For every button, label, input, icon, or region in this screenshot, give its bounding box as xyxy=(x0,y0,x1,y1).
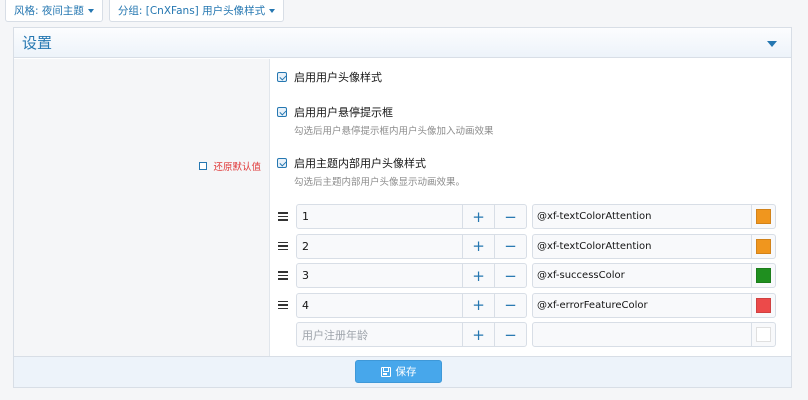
color-field: @xf-successColor xyxy=(532,263,776,288)
drag-handle-icon[interactable] xyxy=(278,271,288,280)
color-field: @xf-textColorAttention xyxy=(532,233,776,259)
checkbox-checked-icon[interactable] xyxy=(277,158,287,168)
chevron-down-icon xyxy=(269,8,276,13)
style-chooser-label: 风格: 夜间主题 xyxy=(14,5,84,17)
option-enable-thread-avatar-style: 启用主题内部用户头像样式 勾选后主题内部用户头像显示动画效果。 xyxy=(277,155,465,188)
age-color-row: 4 + − @xf-errorFeatureColor xyxy=(278,292,776,318)
number-stepper: 用户注册年龄 + − xyxy=(296,322,527,347)
number-stepper: 3 + − xyxy=(296,263,527,288)
color-input[interactable] xyxy=(533,323,751,346)
option-hint: 勾选后用户悬停提示框内用户头像加入动画效果 xyxy=(294,126,494,137)
color-picker-button[interactable] xyxy=(751,234,775,258)
decrement-button[interactable]: − xyxy=(494,323,526,346)
increment-button[interactable]: + xyxy=(462,293,494,317)
color-input[interactable]: @xf-errorFeatureColor xyxy=(533,294,751,317)
option-enable-hover-tooltip: 启用用户悬停提示框 勾选后用户悬停提示框内用户头像加入动画效果 xyxy=(277,104,494,137)
reset-checkbox[interactable] xyxy=(199,162,208,170)
option-label: 启用用户悬停提示框 xyxy=(294,106,393,119)
decrement-button[interactable]: − xyxy=(494,234,526,258)
option-label: 启用用户头像样式 xyxy=(294,71,382,84)
color-picker-button[interactable] xyxy=(751,205,775,228)
color-picker-button[interactable] xyxy=(751,264,775,287)
group-chooser-button[interactable]: 分组: [CnXFans] 用户头像样式 xyxy=(108,0,285,22)
decrement-button[interactable]: − xyxy=(494,264,526,287)
row-spacer xyxy=(278,330,288,339)
color-input[interactable]: @xf-textColorAttention xyxy=(533,235,751,258)
save-button[interactable]: 保存 xyxy=(355,360,442,383)
checkbox-checked-icon[interactable] xyxy=(277,72,287,82)
number-stepper: 1 + − xyxy=(296,204,527,229)
color-picker-button[interactable] xyxy=(751,293,775,317)
age-input[interactable]: 3 xyxy=(297,264,462,287)
new-age-color-row: 用户注册年龄 + − xyxy=(278,322,776,347)
color-input[interactable]: @xf-textColorAttention xyxy=(533,205,751,228)
color-swatch xyxy=(756,238,771,254)
increment-button[interactable]: + xyxy=(462,205,494,228)
option-label: 启用主题内部用户头像样式 xyxy=(294,157,426,170)
block-header: 设置 xyxy=(14,28,791,58)
chevron-down-icon xyxy=(87,8,94,13)
style-chooser-button[interactable]: 风格: 夜间主题 xyxy=(5,0,103,22)
increment-button[interactable]: + xyxy=(462,234,494,258)
age-input[interactable]: 1 xyxy=(297,205,462,228)
block-title: 设置 xyxy=(22,34,53,52)
age-input[interactable]: 4 xyxy=(297,294,462,317)
color-swatch xyxy=(756,268,771,283)
drag-handle-icon[interactable] xyxy=(278,241,288,251)
form-footer: 保存 xyxy=(14,356,791,387)
option-enable-avatar-style: 启用用户头像样式 xyxy=(277,69,382,85)
color-picker-button[interactable] xyxy=(751,323,775,346)
color-swatch xyxy=(756,209,771,224)
reset-default-label: 还原默认值 xyxy=(213,162,261,173)
drag-handle-icon[interactable] xyxy=(278,300,288,310)
drag-handle-icon[interactable] xyxy=(278,212,288,221)
age-input-placeholder[interactable]: 用户注册年龄 xyxy=(297,323,462,346)
number-stepper: 4 + − xyxy=(296,292,527,318)
option-hint: 勾选后主题内部用户头像显示动画效果。 xyxy=(294,177,466,188)
group-chooser-label: 分组: [CnXFans] 用户头像样式 xyxy=(117,5,266,17)
increment-button[interactable]: + xyxy=(462,323,494,346)
color-field xyxy=(532,322,776,347)
age-color-row: 2 + − @xf-textColorAttention xyxy=(278,233,776,259)
color-input[interactable]: @xf-successColor xyxy=(533,264,751,287)
age-color-row: 1 + − @xf-textColorAttention xyxy=(278,204,776,229)
save-icon xyxy=(380,366,391,377)
color-field: @xf-textColorAttention xyxy=(532,204,776,229)
increment-button[interactable]: + xyxy=(462,264,494,287)
age-color-row: 3 + − @xf-successColor xyxy=(278,263,776,288)
number-stepper: 2 + − xyxy=(296,233,527,259)
color-field: @xf-errorFeatureColor xyxy=(532,292,776,318)
color-swatch xyxy=(756,297,771,313)
checkbox-checked-icon[interactable] xyxy=(277,107,287,117)
settings-body: 还原默认值 启用用户头像样式 启用用户悬停提示框 勾选后用户悬停提示框内用户头像… xyxy=(14,59,791,357)
decrement-button[interactable]: − xyxy=(494,293,526,317)
age-input[interactable]: 2 xyxy=(297,235,462,258)
label-column: 还原默认值 xyxy=(14,59,270,357)
color-swatch xyxy=(756,327,771,342)
top-toolbar: 风格: 夜间主题 分组: [CnXFans] 用户头像样式 xyxy=(5,0,285,22)
collapse-toggle-icon[interactable] xyxy=(767,41,777,47)
save-button-label: 保存 xyxy=(395,366,417,378)
settings-block: 设置 还原默认值 启用用户头像样式 启用用户悬停提示框 勾选后用户悬停提示框内用… xyxy=(13,27,792,388)
reset-default-control[interactable]: 还原默认值 xyxy=(199,159,261,173)
decrement-button[interactable]: − xyxy=(494,205,526,228)
